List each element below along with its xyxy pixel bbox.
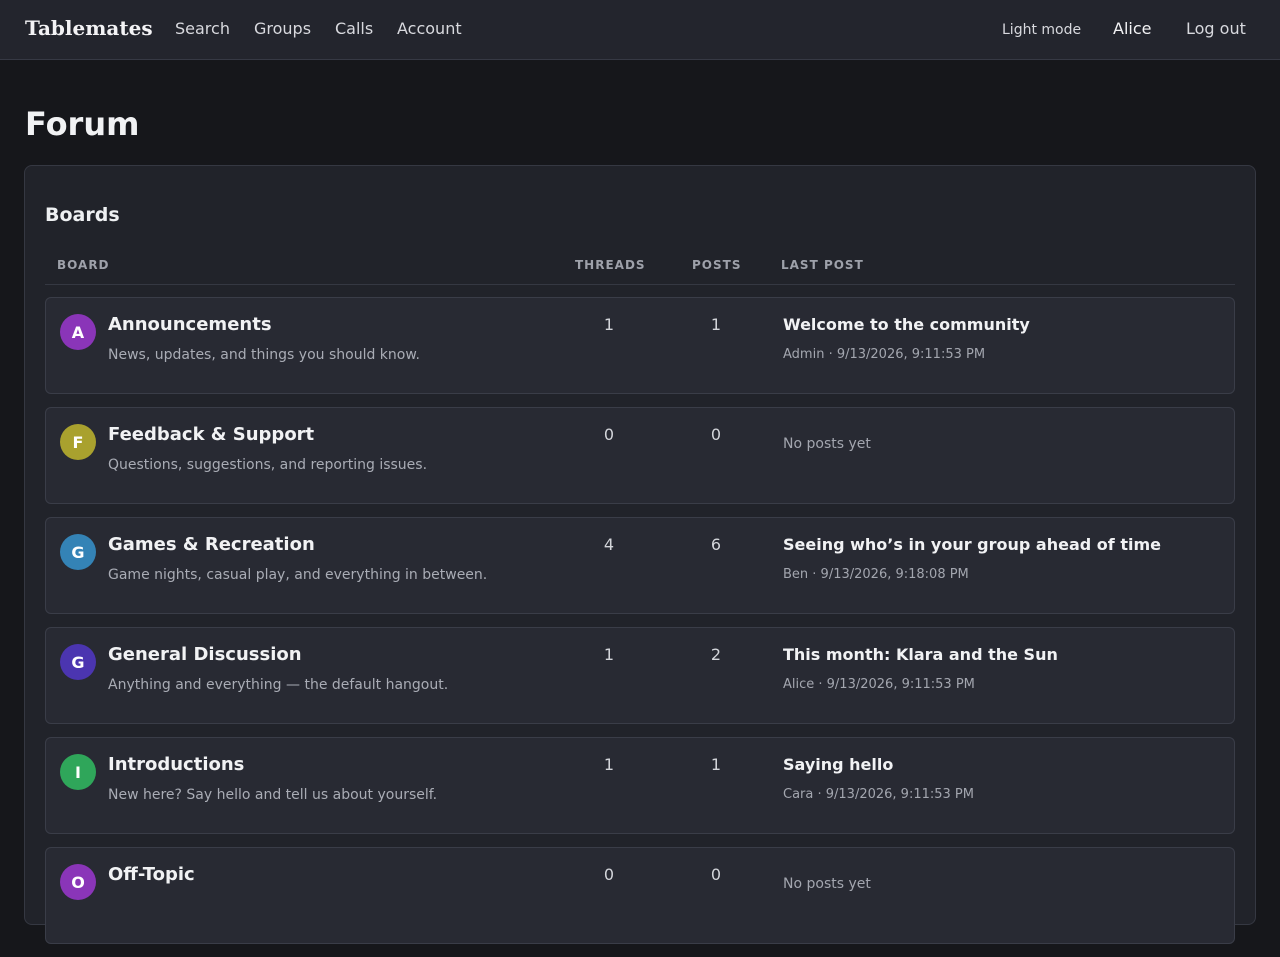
nav-account[interactable]: Account bbox=[397, 19, 462, 38]
board-row[interactable]: A Announcements News, updates, and thing… bbox=[45, 297, 1235, 394]
post-count: 0 bbox=[710, 425, 722, 444]
board-avatar: G bbox=[60, 644, 96, 680]
last-post-meta: Alice · 9/13/2026, 9:11:53 PM bbox=[783, 677, 975, 692]
boards-list: A Announcements News, updates, and thing… bbox=[45, 297, 1235, 957]
board-avatar: O bbox=[60, 864, 96, 900]
post-count: 2 bbox=[710, 645, 722, 664]
post-count: 6 bbox=[710, 535, 722, 554]
board-name[interactable]: Announcements bbox=[108, 314, 272, 335]
last-post-meta: Cara · 9/13/2026, 9:11:53 PM bbox=[783, 787, 974, 802]
thread-count: 1 bbox=[603, 755, 615, 774]
board-name[interactable]: Feedback & Support bbox=[108, 424, 314, 445]
thread-count: 0 bbox=[603, 865, 615, 884]
thread-count: 0 bbox=[603, 425, 615, 444]
board-avatar: F bbox=[60, 424, 96, 460]
last-post-title[interactable]: Welcome to the community bbox=[783, 315, 1030, 334]
column-board: BOARD bbox=[57, 258, 110, 272]
column-posts: POSTS bbox=[692, 258, 742, 272]
post-count: 0 bbox=[710, 865, 722, 884]
board-avatar: I bbox=[60, 754, 96, 790]
boards-panel: Boards BOARD THREADS POSTS LAST POST A A… bbox=[24, 165, 1256, 944]
board-name[interactable]: General Discussion bbox=[108, 644, 302, 665]
board-description: News, updates, and things you should kno… bbox=[108, 347, 420, 363]
thread-count: 1 bbox=[603, 315, 615, 334]
board-row[interactable]: F Feedback & Support Questions, suggesti… bbox=[45, 407, 1235, 504]
column-last-post: LAST POST bbox=[781, 258, 864, 272]
light-mode-toggle[interactable]: Light mode bbox=[1002, 22, 1081, 38]
board-description: Game nights, casual play, and everything… bbox=[108, 567, 488, 583]
board-row[interactable]: G Games & Recreation Game nights, casual… bbox=[45, 517, 1235, 614]
top-navbar: Tablemates Search Groups Calls Account L… bbox=[0, 0, 1280, 60]
board-description: Anything and everything — the default ha… bbox=[108, 677, 449, 693]
nav-groups[interactable]: Groups bbox=[254, 19, 311, 38]
board-description: New here? Say hello and tell us about yo… bbox=[108, 787, 438, 803]
last-post-title[interactable]: Saying hello bbox=[783, 755, 893, 774]
board-avatar: G bbox=[60, 534, 96, 570]
brand-logo[interactable]: Tablemates bbox=[25, 16, 153, 40]
post-count: 1 bbox=[710, 315, 722, 334]
last-post-title[interactable]: Seeing who’s in your group ahead of time bbox=[783, 535, 1161, 554]
thread-count: 1 bbox=[603, 645, 615, 664]
boards-table-header: BOARD THREADS POSTS LAST POST bbox=[45, 258, 1235, 285]
last-post-title[interactable]: This month: Klara and the Sun bbox=[783, 645, 1058, 664]
last-post-meta: Admin · 9/13/2026, 9:11:53 PM bbox=[783, 347, 986, 362]
logout-button[interactable]: Log out bbox=[1186, 19, 1246, 38]
post-count: 1 bbox=[710, 755, 722, 774]
no-posts-label: No posts yet bbox=[783, 876, 871, 892]
column-threads: THREADS bbox=[575, 258, 646, 272]
last-post-meta: Ben · 9/13/2026, 9:18:08 PM bbox=[783, 567, 969, 582]
board-description: Questions, suggestions, and reporting is… bbox=[108, 457, 428, 473]
board-row[interactable]: I Introductions New here? Say hello and … bbox=[45, 737, 1235, 834]
board-avatar: A bbox=[60, 314, 96, 350]
board-row[interactable]: O Off-Topic 0 0 No posts yet bbox=[45, 847, 1235, 944]
user-menu[interactable]: Alice bbox=[1113, 19, 1151, 38]
board-name[interactable]: Introductions bbox=[108, 754, 244, 775]
nav-search[interactable]: Search bbox=[175, 19, 230, 38]
thread-count: 4 bbox=[603, 535, 615, 554]
boards-heading: Boards bbox=[45, 204, 120, 226]
board-row[interactable]: G General Discussion Anything and everyt… bbox=[45, 627, 1235, 724]
board-name[interactable]: Games & Recreation bbox=[108, 534, 315, 555]
board-name[interactable]: Off-Topic bbox=[108, 864, 195, 885]
nav-calls[interactable]: Calls bbox=[335, 19, 373, 38]
page-title: Forum bbox=[25, 105, 140, 143]
no-posts-label: No posts yet bbox=[783, 436, 871, 452]
